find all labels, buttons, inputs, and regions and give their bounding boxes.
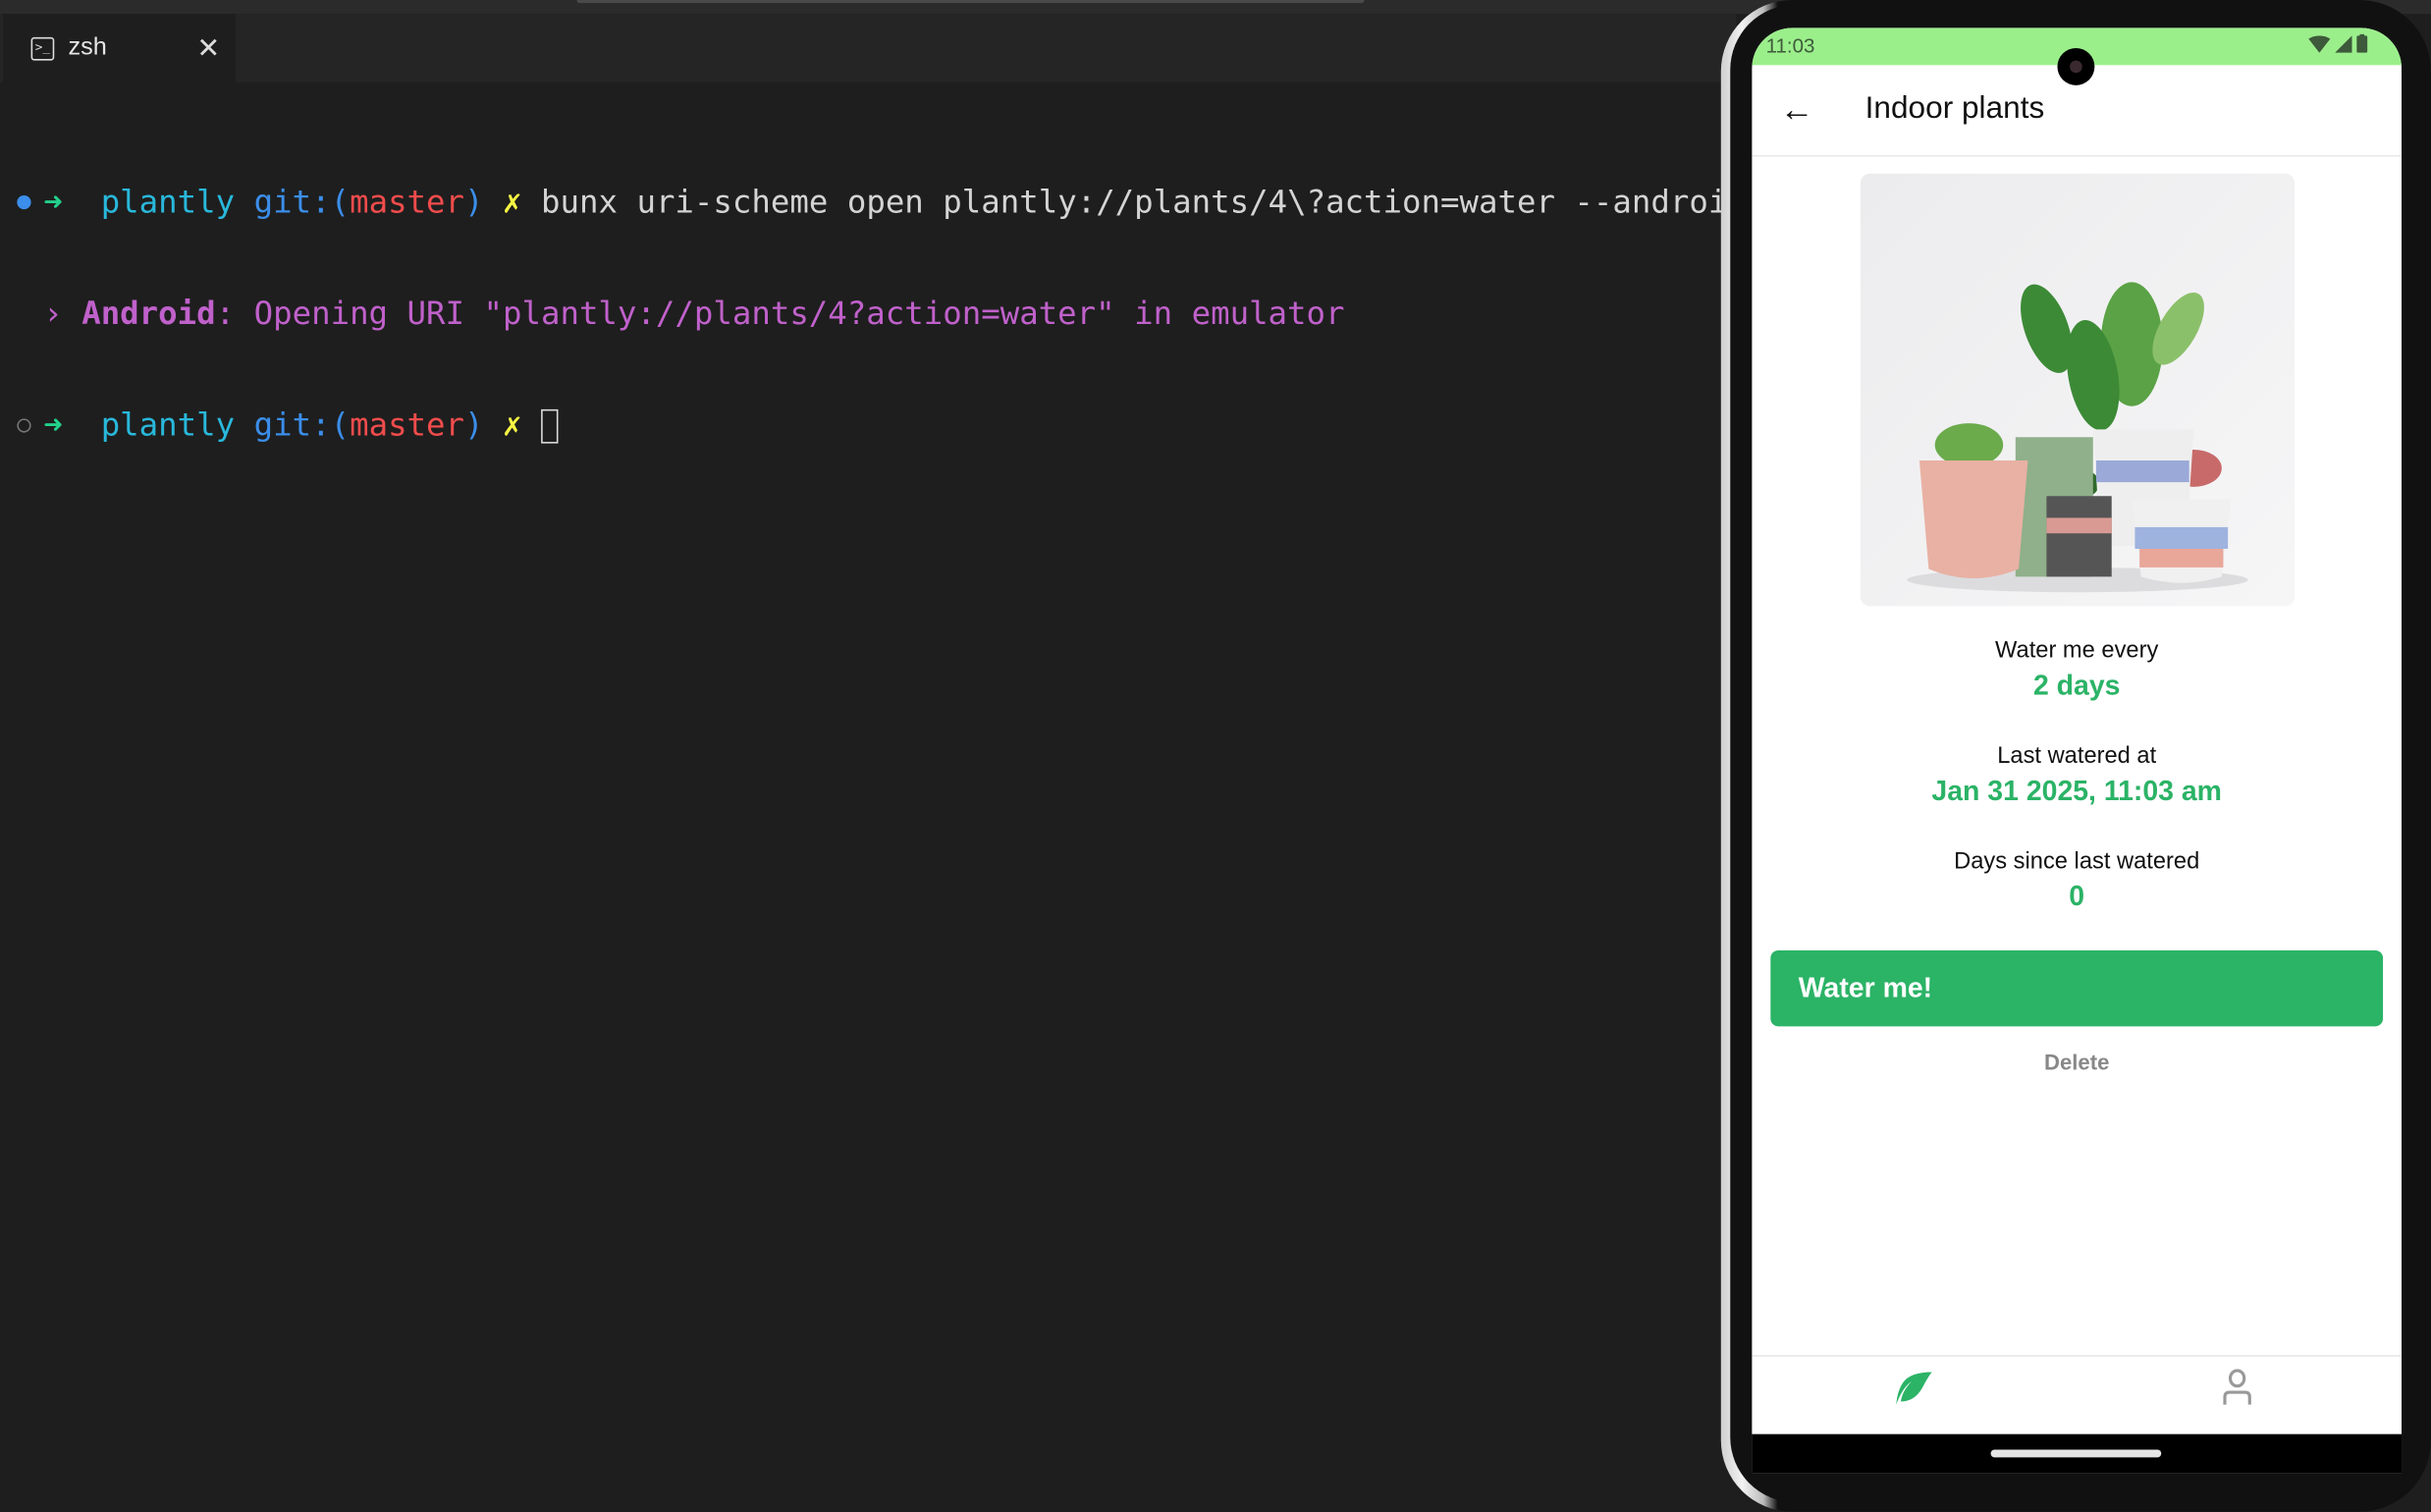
bottom-tab-bar <box>1752 1355 2403 1437</box>
dirty-marker: ✗ <box>503 183 522 221</box>
last-watered: Last watered at Jan 31 2025, 11:03 am <box>1752 742 2402 807</box>
detail-label: Water me every <box>1995 637 2159 664</box>
close-icon[interactable]: ✕ <box>196 31 220 64</box>
status-time: 11:03 <box>1765 33 1815 58</box>
git-prefix: git:( <box>253 183 351 221</box>
output-source: Android <box>81 295 216 332</box>
terminal-line: ➜ plantly git:(master) ✗ bunx uri-scheme… <box>0 183 1747 221</box>
signal-icon <box>2335 34 2352 52</box>
terminal-icon: >_ <box>30 36 55 60</box>
page-title: Indoor plants <box>1864 91 2045 126</box>
terminal-tab-zsh[interactable]: >_ zsh ✕ <box>3 14 237 82</box>
prompt-arrow-icon: ➜ <box>43 183 63 221</box>
terminal-line: ➜ plantly git:(master) ✗ <box>0 405 559 444</box>
phone-screen: 11:03 ← Indoor plants Water me every 2 d… <box>1752 27 2403 1474</box>
git-branch: master <box>350 405 465 444</box>
status-dot-icon <box>17 418 31 433</box>
water-me-button[interactable]: Water me! <box>1770 949 2384 1027</box>
days-since-watered: Days since last watered 0 <box>1752 848 2402 913</box>
home-gesture-bar[interactable] <box>1990 1449 2162 1458</box>
dirty-marker: ✗ <box>503 405 522 444</box>
delete-button[interactable]: Delete <box>1752 1050 2402 1074</box>
detail-value: 2 days <box>2032 670 2121 701</box>
terminal-cursor <box>541 408 559 444</box>
terminal-output[interactable]: ➜ plantly git:(master) ✗ bunx uri-scheme… <box>0 109 1747 518</box>
detail-value: Jan 31 2025, 11:03 am <box>1931 775 2222 807</box>
prompt-dir: plantly <box>100 183 236 221</box>
prompt-arrow-icon: ➜ <box>43 405 63 444</box>
git-suffix: ) <box>464 405 484 444</box>
detail-label: Days since last watered <box>1954 847 2200 875</box>
command-text: bunx uri-scheme open plantly://plants/4\… <box>541 183 1747 221</box>
output-prefix-icon: › <box>43 295 63 332</box>
user-icon[interactable] <box>2222 1369 2253 1406</box>
plant-photo <box>1860 173 2296 607</box>
detail-value: 0 <box>2069 880 2085 912</box>
output-message: : Opening URI "plantly://plants/4?action… <box>215 295 1345 332</box>
battery-icon <box>2356 33 2368 53</box>
git-prefix: git:( <box>253 405 351 444</box>
camera-icon <box>2057 47 2095 85</box>
leaf-icon[interactable] <box>1893 1369 1933 1406</box>
git-branch: master <box>350 183 465 221</box>
prompt-dir: plantly <box>100 405 236 444</box>
arrow-left-icon[interactable]: ← <box>1780 90 1814 131</box>
tab-label: zsh <box>68 33 107 61</box>
git-suffix: ) <box>464 183 484 221</box>
watering-frequency: Water me every 2 days <box>1752 637 2402 702</box>
desktop: >_ zsh ✕ ➜ plantly git:(master) ✗ bunx u… <box>0 0 2431 1512</box>
terminal-tabstrip: >_ zsh ✕ <box>0 14 1737 82</box>
detail-label: Last watered at <box>1997 742 2157 770</box>
terminal-line: › Android: Opening URI "plantly://plants… <box>0 295 1344 332</box>
wifi-icon <box>2308 34 2331 52</box>
status-dot-icon <box>17 194 31 210</box>
window-drag-handle[interactable] <box>576 0 1365 4</box>
